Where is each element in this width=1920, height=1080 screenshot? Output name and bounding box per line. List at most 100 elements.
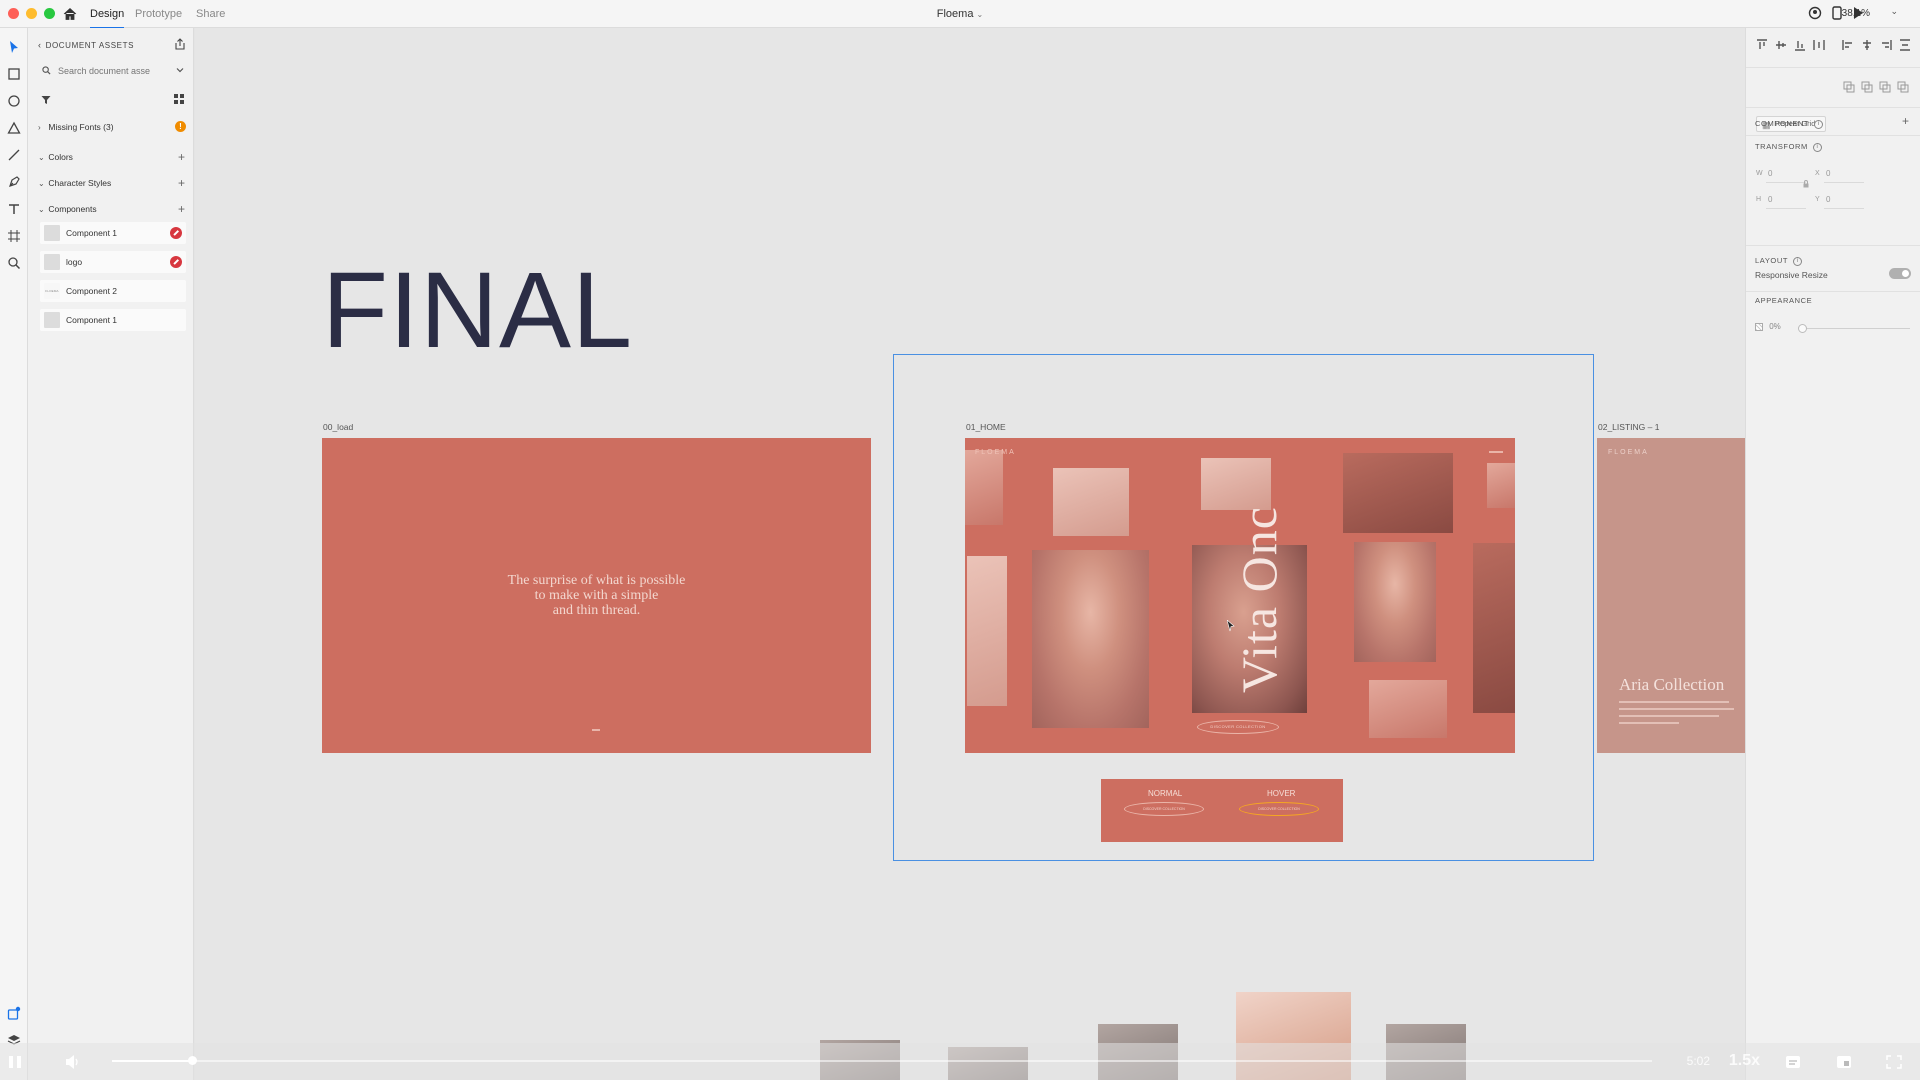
distribute-vertical-icon[interactable] [1899, 39, 1911, 51]
field-underline [1824, 208, 1864, 209]
align-left-icon[interactable] [1842, 39, 1854, 51]
warning-icon: ! [175, 121, 186, 132]
boolean-exclude-icon[interactable] [1897, 81, 1909, 93]
chevron-left-icon[interactable]: ‹ [38, 40, 42, 50]
info-icon[interactable]: i [1793, 256, 1803, 266]
share-export-icon[interactable] [174, 38, 186, 50]
chevron-down-icon[interactable] [176, 66, 184, 74]
button-states-artboard[interactable]: NORMAL HOVER DISCOVER COLLECTION DISCOVE… [1101, 779, 1343, 842]
component-item[interactable]: Component 1 [40, 309, 186, 331]
opacity-slider-track[interactable] [1800, 328, 1910, 329]
opacity-slider-handle[interactable] [1798, 324, 1807, 333]
search-input[interactable] [58, 63, 168, 79]
fullscreen-icon[interactable] [1886, 1055, 1902, 1069]
picture-in-picture-icon[interactable] [1836, 1055, 1852, 1069]
field-underline [1766, 182, 1806, 183]
artboard-label-listing[interactable]: 02_LISTING – 1 [1598, 422, 1659, 432]
canvas-title[interactable]: FINAL [322, 256, 633, 364]
document-title[interactable]: Floema ⌄ [0, 8, 1920, 20]
rectangle-tool-icon[interactable] [7, 67, 21, 81]
text-placeholder-line [1619, 715, 1719, 717]
component-label: Component 2 [66, 286, 118, 296]
discover-button-normal: DISCOVER COLLECTION [1124, 802, 1204, 816]
assets-header-text: DOCUMENT ASSETS [45, 41, 135, 50]
info-icon[interactable]: i [1814, 119, 1824, 129]
zoom-level[interactable]: 38,1% [1842, 8, 1870, 19]
section-label: Colors [48, 152, 73, 162]
boolean-intersect-icon[interactable] [1879, 81, 1891, 93]
align-bottom-icon[interactable] [1794, 39, 1806, 51]
align-top-icon[interactable] [1756, 39, 1768, 51]
video-scrubber-handle[interactable] [188, 1056, 197, 1065]
document-title-text: Floema [936, 8, 974, 20]
artboard-home[interactable]: FLOEMA Vita Onc DISCOVER COLLECTION [965, 438, 1515, 753]
artboard-label-home[interactable]: 01_HOME [966, 422, 1006, 432]
select-tool-icon[interactable] [7, 40, 21, 54]
add-character-style-button[interactable]: + [178, 176, 185, 190]
opacity-control[interactable]: 0% [1755, 322, 1781, 331]
text-tool-icon[interactable] [7, 202, 21, 216]
opacity-value[interactable]: 0% [1769, 322, 1781, 331]
home-headline: Vita Onc [1231, 506, 1287, 693]
align-center-icon[interactable] [1861, 39, 1873, 51]
mobile-preview-icon[interactable] [1832, 6, 1842, 20]
pause-icon[interactable] [6, 1054, 24, 1070]
add-color-button[interactable]: + [178, 150, 185, 164]
volume-icon[interactable] [64, 1054, 82, 1070]
component-label: Component 1 [66, 228, 118, 238]
component-item[interactable]: FLOEMA Component 2 [40, 280, 186, 302]
component-thumbnail [44, 312, 60, 328]
align-toolbar [1746, 28, 1920, 68]
pen-tool-icon[interactable] [7, 175, 21, 189]
add-component-button[interactable]: + [178, 202, 185, 216]
height-field[interactable]: 0 [1768, 195, 1772, 204]
distribute-horizontal-icon[interactable] [1813, 39, 1825, 51]
polygon-tool-icon[interactable] [7, 121, 21, 135]
appearance-heading: APPEARANCE [1755, 296, 1813, 305]
component-thumbnail: FLOEMA [44, 283, 60, 299]
assets-header[interactable]: ‹ DOCUMENT ASSETS [38, 40, 134, 50]
captions-icon[interactable] [1785, 1055, 1801, 1069]
zoom-dropdown-icon[interactable]: ⌄ [1890, 6, 1898, 17]
x-field[interactable]: 0 [1826, 169, 1830, 178]
y-field[interactable]: 0 [1826, 195, 1830, 204]
user-account-icon[interactable] [1808, 6, 1822, 20]
state-normal-label: NORMAL [1148, 789, 1183, 798]
section-missing-fonts[interactable]: › Missing Fonts (3) ! [38, 121, 188, 136]
line-tool-icon[interactable] [7, 148, 21, 162]
quote-line: and thin thread. [552, 603, 641, 618]
artboard-label-load[interactable]: 00_load [323, 422, 353, 432]
grid-view-icon[interactable] [174, 94, 184, 104]
boolean-subtract-icon[interactable] [1861, 81, 1873, 93]
artboard-listing[interactable]: FLOEMA Aria Collection [1597, 438, 1745, 753]
ellipse-tool-icon[interactable] [7, 94, 21, 108]
zoom-tool-icon[interactable] [7, 256, 21, 270]
plugins-icon[interactable] [7, 1006, 21, 1020]
width-field[interactable]: 0 [1768, 169, 1772, 178]
section-character-styles[interactable]: ⌄ Character Styles + [38, 176, 188, 192]
component-heading: COMPONENT i [1755, 119, 1824, 129]
text-placeholder-line [1619, 708, 1734, 710]
y-label: Y [1815, 196, 1820, 203]
add-component-state-button[interactable]: + [1902, 114, 1909, 128]
boolean-add-icon[interactable] [1843, 81, 1855, 93]
playback-speed-button[interactable]: 1.5x [1729, 1052, 1760, 1070]
align-middle-icon[interactable] [1775, 39, 1787, 51]
quote-line: The surprise of what is possible [507, 573, 686, 588]
lock-aspect-icon[interactable] [1802, 180, 1810, 188]
filter-icon[interactable] [41, 95, 51, 105]
canvas[interactable]: FINAL 00_load The surprise of what is po… [195, 28, 1745, 1080]
video-progress-track[interactable] [112, 1060, 1652, 1062]
search-icon [42, 66, 51, 75]
align-right-icon[interactable] [1880, 39, 1892, 51]
section-colors[interactable]: ⌄ Colors + [38, 150, 188, 166]
video-progress-fill [112, 1060, 192, 1062]
responsive-resize-toggle[interactable] [1889, 268, 1911, 279]
component-item[interactable]: Component 1 [40, 222, 186, 244]
component-item[interactable]: logo [40, 251, 186, 273]
artboard-tool-icon[interactable] [7, 229, 21, 243]
info-icon[interactable]: i [1812, 142, 1822, 152]
section-components[interactable]: ⌄ Components + [38, 202, 188, 218]
asset-search[interactable] [36, 62, 186, 80]
artboard-load[interactable]: The surprise of what is possible to make… [322, 438, 871, 753]
